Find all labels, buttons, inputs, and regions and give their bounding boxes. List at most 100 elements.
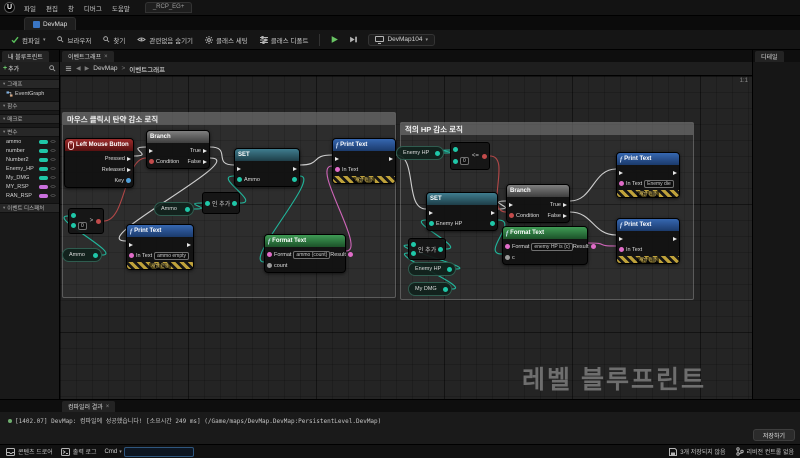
data-pin[interactable] [71,223,76,228]
exec-pin[interactable] [563,202,567,207]
data-pin[interactable] [185,206,190,212]
node-print4[interactable]: f Print Text In Text 개발 전용 [616,218,680,264]
search-icon[interactable] [49,65,56,72]
exec-pin[interactable] [563,213,567,218]
data-pin[interactable] [447,266,452,272]
data-pin[interactable] [590,244,596,249]
tab-my-blueprint[interactable]: 내 블루프린트 [2,51,49,62]
node-get-dmg[interactable]: My DMG [408,282,452,296]
node-branch1[interactable]: Branch True Condition False [146,130,210,169]
eye-icon[interactable] [50,184,56,189]
chevron-down-icon[interactable]: ▾ [119,449,122,455]
toolbar-button-4[interactable]: 클래스 세팅 [200,33,253,47]
node-set-ammo[interactable]: SET Ammo [234,148,300,187]
data-pin[interactable] [126,178,131,183]
data-pin[interactable] [267,252,272,257]
eye-icon[interactable] [50,148,56,153]
exec-pin[interactable] [673,170,677,175]
exec-pin[interactable] [509,202,513,207]
data-pin[interactable] [482,153,487,159]
exec-pin[interactable] [203,159,207,164]
exec-pin[interactable] [203,148,207,153]
exec-pin[interactable] [491,210,495,215]
toolbar-button-3[interactable]: 관련없음 숨기기 [132,33,198,47]
node-get-ehp-2[interactable]: Enemy HP [408,262,456,276]
pin-value-box[interactable]: 0 [460,157,469,165]
data-pin[interactable] [237,177,242,182]
eye-icon[interactable] [50,175,56,180]
sidebar-item-enemy-hp[interactable]: Enemy_HP [0,164,59,173]
data-pin[interactable] [443,286,448,292]
sidebar-item-my-rsp[interactable]: MY_RSP [0,182,59,191]
data-pin[interactable] [149,159,154,164]
close-icon[interactable]: × [106,404,110,410]
eye-icon[interactable] [50,166,56,171]
data-pin[interactable] [292,177,297,182]
node-print1[interactable]: f Print Text In Text 개발 전용 [332,138,396,184]
data-pin[interactable] [438,246,444,252]
toolbar-button-1[interactable]: 브라우저 [52,33,96,47]
sidebar-section-4[interactable]: ▾ 이벤트 디스패처 [0,203,59,213]
data-pin[interactable] [93,252,98,258]
node-format1[interactable]: f Format Text Format ammo {count} Result coun… [264,234,353,273]
pin-value-box[interactable]: ammo empty [154,251,190,260]
pin-value-box[interactable]: 0 [78,221,87,230]
add-button[interactable]: + 추가 [3,64,19,73]
eye-icon[interactable] [50,157,56,162]
toolbar-button-2[interactable]: 찾기 [98,33,130,47]
menu-item-1[interactable]: 편집 [41,3,63,13]
node-get-ehp-1[interactable]: Enemy HP [396,146,444,160]
exec-pin[interactable] [619,170,623,175]
debug-object-dropdown[interactable]: DevMap104 ▾ [368,33,436,46]
data-pin[interactable] [96,218,101,224]
exec-pin[interactable] [293,166,297,171]
data-pin[interactable] [71,212,76,218]
menu-item-2[interactable]: 창 [63,3,79,13]
data-pin[interactable] [453,158,458,164]
exec-pin[interactable] [619,236,623,241]
data-pin[interactable] [232,200,238,206]
sidebar-item-ran-rsp[interactable]: RAN_RSP [0,191,59,200]
pin-value-box[interactable]: Enemy die [644,179,674,188]
sidebar-item-eventgraph[interactable]: EventGraph [0,89,59,98]
breadcrumb-root[interactable]: DevMap [93,65,117,72]
data-pin[interactable] [129,253,134,258]
play-button[interactable] [326,33,343,46]
console-command-input[interactable] [123,446,194,457]
unsaved-indicator[interactable]: 3개 저장되지 않음 [669,447,726,456]
data-pin[interactable] [435,150,440,156]
data-pin[interactable] [335,167,340,172]
exec-pin[interactable] [335,156,339,161]
data-pin[interactable] [619,181,624,186]
exec-pin[interactable] [127,167,131,172]
exec-pin[interactable] [389,156,393,161]
exec-pin[interactable] [129,242,133,247]
tab-event-graph[interactable]: 이벤트그래프 × [62,51,114,62]
sidebar-item-ammo[interactable]: ammo [0,137,59,146]
node-dec2[interactable]: 인 추가 [408,238,446,260]
exec-pin[interactable] [429,210,433,215]
forward-arrow-icon[interactable]: ▶ [85,65,90,72]
close-icon[interactable]: × [104,54,108,60]
exec-pin[interactable] [149,148,153,153]
node-print2[interactable]: f Print Text In Text ammo empty 개발 전용 [126,224,194,270]
data-pin[interactable] [347,252,353,257]
menu-item-3[interactable]: 디버그 [79,3,107,13]
data-pin[interactable] [267,263,272,268]
save-button[interactable]: 저장하기 [752,429,795,441]
data-pin[interactable] [509,213,514,218]
asset-tab-devmap[interactable]: DevMap [24,17,77,30]
node-set-ehp[interactable]: SET Enemy HP [426,192,498,231]
tab-compiler-results[interactable]: 컴파일러 결과 × [62,401,116,412]
node-format2[interactable]: f Format Text Format enemy HP is {c} Result c [502,226,596,265]
node-lmb[interactable]: Left Mouse Button Pressed Released Key [64,138,134,188]
node-branch2[interactable]: Branch True Condition False [506,184,570,223]
node-get-ammo-1[interactable]: Ammo [62,248,102,262]
sidebar-section-1[interactable]: ▾ 함수 [0,101,59,111]
content-drawer-button[interactable]: 콘텐츠 드로어 [6,447,53,456]
data-pin[interactable] [505,244,510,249]
menu-item-4[interactable]: 도움말 [107,3,135,13]
menu-item-0[interactable]: 파일 [19,3,41,13]
pin-value-box[interactable]: ammo {count} [293,250,331,259]
eye-icon[interactable] [50,139,56,144]
